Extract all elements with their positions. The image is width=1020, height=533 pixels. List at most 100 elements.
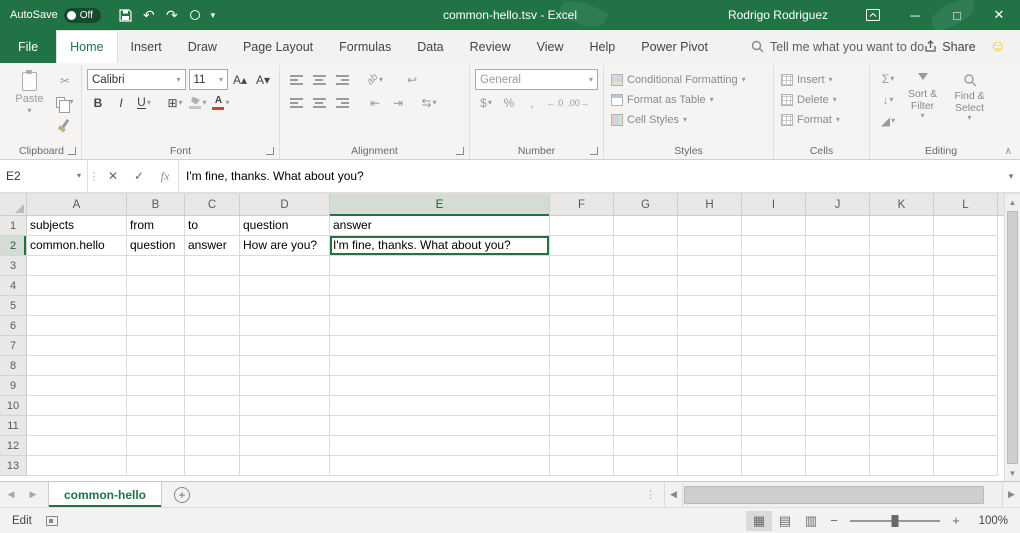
cell-K5[interactable] xyxy=(870,296,934,316)
cell-D11[interactable] xyxy=(240,416,330,436)
insert-function-button[interactable]: fx xyxy=(152,160,178,192)
row-header-12[interactable]: 12 xyxy=(0,436,27,456)
hscroll-left-icon[interactable]: ◀ xyxy=(664,482,682,507)
zoom-level[interactable]: 100% xyxy=(966,515,1008,527)
align-bottom-button[interactable] xyxy=(331,70,353,90)
cell-E1[interactable]: answer xyxy=(330,216,550,236)
font-name-combo[interactable]: Calibri▾ xyxy=(87,69,186,90)
cell-D8[interactable] xyxy=(240,356,330,376)
formula-bar-input[interactable]: I'm fine, thanks. What about you? xyxy=(178,160,1002,192)
align-right-button[interactable] xyxy=(331,93,353,113)
cell-G11[interactable] xyxy=(614,416,678,436)
cell-F11[interactable] xyxy=(550,416,614,436)
align-middle-button[interactable] xyxy=(308,70,330,90)
cell-G4[interactable] xyxy=(614,276,678,296)
cell-G7[interactable] xyxy=(614,336,678,356)
percent-style-button[interactable]: % xyxy=(498,93,520,113)
cell-J9[interactable] xyxy=(806,376,870,396)
row-header-11[interactable]: 11 xyxy=(0,416,27,436)
cell-H8[interactable] xyxy=(678,356,742,376)
cell-L11[interactable] xyxy=(934,416,998,436)
decrease-decimal-button[interactable]: .00→ xyxy=(567,93,589,113)
sheetbar-grip-icon[interactable]: ⋮ xyxy=(645,488,656,501)
comma-style-button[interactable]: , xyxy=(521,93,543,113)
cell-H9[interactable] xyxy=(678,376,742,396)
row-header-5[interactable]: 5 xyxy=(0,296,27,316)
row-header-4[interactable]: 4 xyxy=(0,276,27,296)
cell-C4[interactable] xyxy=(185,276,240,296)
cell-K13[interactable] xyxy=(870,456,934,476)
hscroll-right-icon[interactable]: ▶ xyxy=(1002,482,1020,507)
cell-E5[interactable] xyxy=(330,296,550,316)
cell-H4[interactable] xyxy=(678,276,742,296)
cell-G5[interactable] xyxy=(614,296,678,316)
cell-A8[interactable] xyxy=(27,356,127,376)
cell-K8[interactable] xyxy=(870,356,934,376)
cell-D12[interactable] xyxy=(240,436,330,456)
sheet-nav-left-icon[interactable]: ◀ xyxy=(0,489,22,500)
cell-F9[interactable] xyxy=(550,376,614,396)
grow-font-button[interactable]: A▴ xyxy=(229,70,251,90)
cell-B12[interactable] xyxy=(127,436,185,456)
scroll-down-icon[interactable]: ▼ xyxy=(1009,465,1017,481)
close-button[interactable]: ✕ xyxy=(978,0,1020,30)
column-header-c[interactable]: C xyxy=(185,194,240,216)
cell-G10[interactable] xyxy=(614,396,678,416)
find-select-button[interactable]: Find & Select ▾ xyxy=(946,68,993,142)
cell-J2[interactable] xyxy=(806,236,870,256)
zoom-slider-thumb[interactable] xyxy=(892,515,899,527)
row-header-13[interactable]: 13 xyxy=(0,456,27,476)
cell-J3[interactable] xyxy=(806,256,870,276)
cell-I3[interactable] xyxy=(742,256,806,276)
cell-D5[interactable] xyxy=(240,296,330,316)
cell-H1[interactable] xyxy=(678,216,742,236)
font-dialog-launcher-icon[interactable] xyxy=(266,147,274,155)
cell-A1[interactable]: subjects xyxy=(27,216,127,236)
cell-B11[interactable] xyxy=(127,416,185,436)
cell-H6[interactable] xyxy=(678,316,742,336)
cell-E12[interactable] xyxy=(330,436,550,456)
touch-mouse-mode-button[interactable] xyxy=(184,4,206,26)
format-cells-button[interactable]: Format▾ xyxy=(779,110,864,129)
cell-K10[interactable] xyxy=(870,396,934,416)
horizontal-scrollbar[interactable]: ⋮ ◀ ▶ xyxy=(645,482,1020,507)
cell-A2[interactable]: common.hello xyxy=(27,236,127,256)
maximize-button[interactable]: □ xyxy=(936,0,978,30)
zoom-in-button[interactable]: + xyxy=(946,513,966,528)
enter-entry-button[interactable]: ✓ xyxy=(126,160,152,192)
cell-B4[interactable] xyxy=(127,276,185,296)
cell-F8[interactable] xyxy=(550,356,614,376)
cell-I6[interactable] xyxy=(742,316,806,336)
cut-button[interactable]: ✂ xyxy=(54,71,76,91)
row-header-1[interactable]: 1 xyxy=(0,216,27,236)
tab-page-layout[interactable]: Page Layout xyxy=(230,30,326,63)
cell-H10[interactable] xyxy=(678,396,742,416)
cell-K12[interactable] xyxy=(870,436,934,456)
cell-K9[interactable] xyxy=(870,376,934,396)
cell-G6[interactable] xyxy=(614,316,678,336)
decrease-indent-button[interactable]: ⇤ xyxy=(364,93,386,113)
redo-button[interactable]: ↷ xyxy=(161,4,183,26)
cell-L5[interactable] xyxy=(934,296,998,316)
cell-B8[interactable] xyxy=(127,356,185,376)
insert-cells-button[interactable]: Insert▾ xyxy=(779,70,864,89)
orientation-button[interactable]: ab▾ xyxy=(364,70,386,90)
cell-L9[interactable] xyxy=(934,376,998,396)
feedback-button[interactable]: ☺ xyxy=(990,30,1006,63)
cell-A6[interactable] xyxy=(27,316,127,336)
increase-decimal-button[interactable]: ←.0 xyxy=(544,93,566,113)
cell-H7[interactable] xyxy=(678,336,742,356)
cell-I5[interactable] xyxy=(742,296,806,316)
row-header-2[interactable]: 2 xyxy=(0,236,27,256)
cell-H11[interactable] xyxy=(678,416,742,436)
cell-A7[interactable] xyxy=(27,336,127,356)
cell-G9[interactable] xyxy=(614,376,678,396)
undo-button[interactable]: ↶ xyxy=(138,4,160,26)
column-header-l[interactable]: L xyxy=(934,194,998,216)
cell-F1[interactable] xyxy=(550,216,614,236)
cell-J6[interactable] xyxy=(806,316,870,336)
cell-H3[interactable] xyxy=(678,256,742,276)
tab-formulas[interactable]: Formulas xyxy=(326,30,404,63)
column-header-k[interactable]: K xyxy=(870,194,934,216)
cell-A13[interactable] xyxy=(27,456,127,476)
